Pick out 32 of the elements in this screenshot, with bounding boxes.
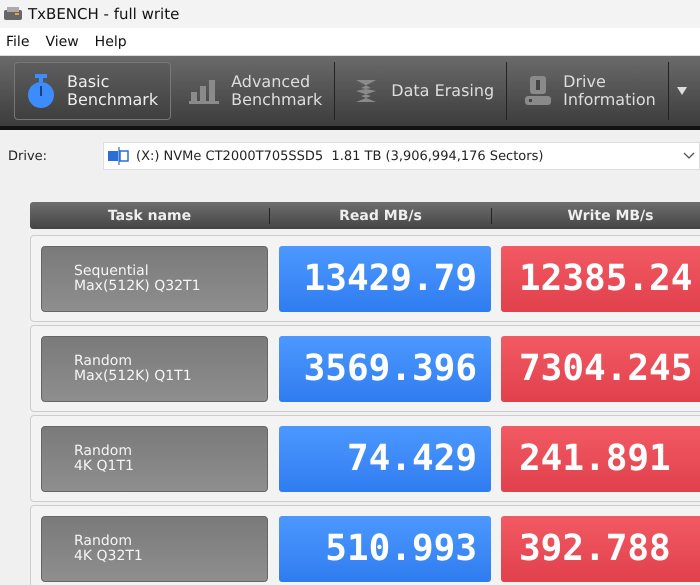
toolbar-tab[interactable]: Basic Benchmark: [14, 62, 172, 120]
read-value: 74.429: [279, 426, 491, 492]
stopwatch-icon: [27, 74, 55, 108]
drive-dropdown[interactable]: (X:) NVMe CT2000T705SSD5 1.81 TB (3,906,994,176 Sectors): [103, 142, 700, 170]
drive-label: Drive:: [8, 148, 48, 164]
bar-chart-icon: [189, 78, 220, 104]
menu-item[interactable]: View: [39, 34, 85, 50]
write-value: 12385.24: [501, 246, 700, 312]
write-value: 392.788: [501, 516, 700, 582]
column-header: Task name: [30, 208, 270, 224]
write-value: 241.891: [501, 426, 700, 492]
chevron-icon: [683, 152, 695, 160]
read-value: 3569.396: [279, 336, 491, 402]
read-value: 510.993: [279, 516, 491, 582]
caret-icon[interactable]: [676, 87, 687, 95]
write-value: 7304.245: [501, 336, 700, 402]
app-icon: [4, 7, 22, 21]
task-button[interactable]: Sequential Max(512K) Q32T1: [41, 246, 268, 312]
menu-item[interactable]: File: [0, 34, 36, 50]
menu-item[interactable]: Help: [88, 34, 133, 50]
drive-icon: [525, 76, 552, 106]
window-title: TxBENCH - full write: [28, 5, 180, 23]
toolbar-tab[interactable]: Advanced Benchmark: [177, 62, 336, 120]
column-header: Read MB/s: [270, 208, 492, 224]
toolbar-tab[interactable]: Data Erasing: [341, 62, 508, 120]
column-header: Write MB/s: [492, 208, 700, 224]
drive-icon: [108, 147, 130, 165]
toolbar-tab[interactable]: Drive Information: [513, 62, 669, 120]
read-value: 13429.79: [279, 246, 491, 312]
task-button[interactable]: Random 4K Q32T1: [41, 516, 268, 582]
task-button[interactable]: Random Max(512K) Q1T1: [41, 336, 268, 402]
task-button[interactable]: Random 4K Q1T1: [41, 426, 268, 492]
